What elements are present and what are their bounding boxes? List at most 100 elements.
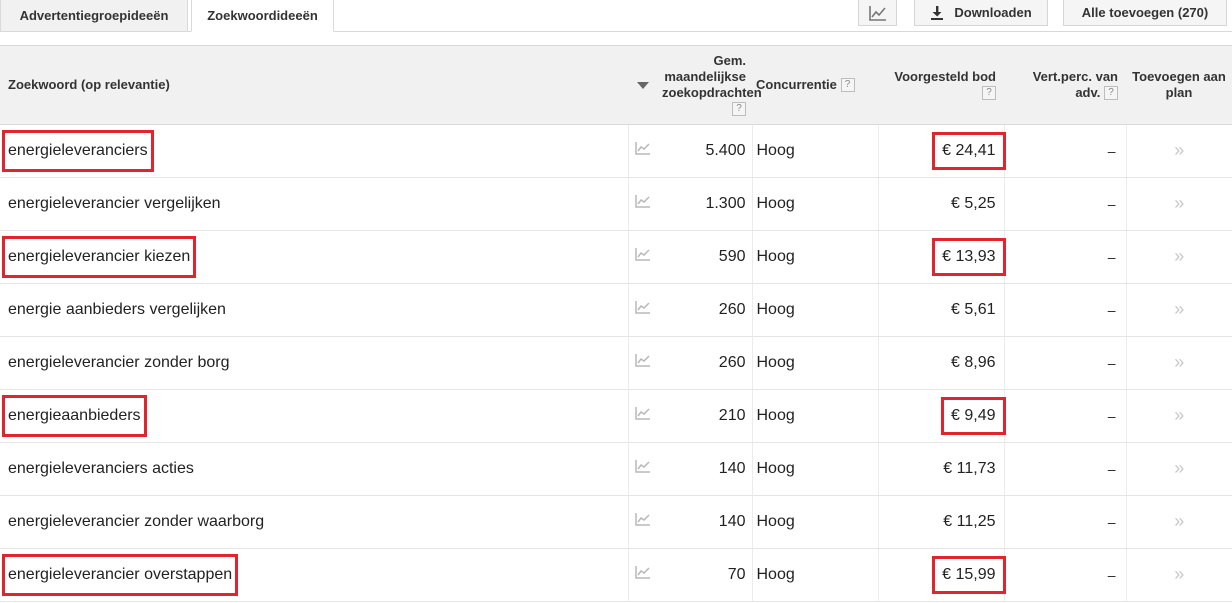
add-to-plan-button[interactable]: » [1125, 389, 1232, 443]
ad-impression-share-cell: – [1003, 495, 1126, 549]
line-chart-icon[interactable] [635, 141, 651, 155]
competition-cell: Hoog [751, 124, 878, 178]
avg-monthly-searches-cell: 590 [658, 230, 752, 284]
trend-cell[interactable] [627, 283, 658, 337]
header-add-to-plan: Toevoegen aan plan [1126, 46, 1232, 125]
table-row: energieleverancier kiezen 590 Hoog € 13,93–… [0, 230, 1232, 284]
keyword-cell: energieleverancier vergelijken [0, 177, 628, 231]
competition-cell: Hoog [751, 495, 878, 549]
line-chart-icon[interactable] [635, 565, 651, 579]
chart-toggle-button[interactable] [858, 0, 897, 26]
header-competition[interactable]: Concurrentie ? [752, 46, 878, 125]
add-to-plan-button[interactable]: » [1125, 495, 1232, 549]
line-chart-icon [868, 5, 886, 21]
add-to-plan-button[interactable]: » [1125, 442, 1232, 496]
keyword-cell: energieaanbieders [0, 389, 628, 443]
line-chart-icon[interactable] [635, 300, 651, 314]
ad-impression-share-cell: – [1003, 177, 1126, 231]
header-suggested-bid[interactable]: Voorgesteld bod ? [878, 46, 1004, 125]
top-toolbar: Advertentiegroepideeën Zoekwoordideeën D… [0, 0, 1232, 32]
ad-impression-share-cell: – [1003, 548, 1126, 602]
ad-impression-share-cell: – [1003, 442, 1126, 496]
suggested-bid-value: € 9,49 [951, 406, 996, 424]
download-icon [931, 5, 944, 20]
tab-ad-group-ideas[interactable]: Advertentiegroepideeën [0, 0, 188, 32]
add-to-plan-button[interactable]: » [1125, 177, 1232, 231]
add-to-plan-button[interactable]: » [1125, 336, 1232, 390]
ad-impression-share-cell: – [1003, 336, 1126, 390]
keyword-text: energie aanbieders vergelijken [8, 300, 226, 318]
keyword-cell: energieleverancier overstappen [0, 548, 628, 602]
keyword-text: energieleverancier zonder waarborg [8, 512, 265, 530]
table-row: energie aanbieders vergelijken 260 Hoog € 5… [0, 283, 1232, 337]
avg-monthly-searches-cell: 210 [658, 389, 752, 443]
line-chart-icon[interactable] [635, 512, 651, 526]
add-all-button[interactable]: Alle toevoegen (270) [1063, 0, 1227, 26]
suggested-bid-cell: € 5,25 [877, 177, 1004, 231]
suggested-bid-cell: € 13,93 [877, 230, 1004, 284]
competition-cell: Hoog [751, 336, 878, 390]
trend-cell[interactable] [627, 389, 658, 443]
ad-impression-share-cell: – [1003, 389, 1126, 443]
suggested-bid-value: € 11,73 [943, 459, 996, 477]
line-chart-icon[interactable] [635, 406, 651, 420]
add-to-plan-button[interactable]: » [1125, 283, 1232, 337]
suggested-bid-value: € 24,41 [942, 141, 996, 159]
keyword-cell: energieleverancier zonder waarborg [0, 495, 628, 549]
sort-desc-icon [637, 81, 649, 89]
competition-cell: Hoog [751, 442, 878, 496]
add-to-plan-button[interactable]: » [1125, 124, 1232, 178]
add-to-plan-button[interactable]: » [1125, 548, 1232, 602]
help-icon[interactable]: ? [732, 102, 746, 117]
table-row: energieleverancier zonder borg 260 Hoog € 8… [0, 336, 1232, 390]
table-header-row: Zoekwoord (op relevantie) Gem. maandelij… [0, 46, 1232, 125]
line-chart-icon[interactable] [635, 353, 651, 367]
suggested-bid-cell: € 5,61 [877, 283, 1004, 337]
keyword-text: energieaanbieders [8, 406, 141, 424]
keyword-text: energieleverancier kiezen [8, 247, 191, 265]
table-row: energieleveranciers acties 140 Hoog € 11,73… [0, 442, 1232, 496]
trend-cell[interactable] [627, 495, 658, 549]
trend-cell[interactable] [627, 230, 658, 284]
header-keyword[interactable]: Zoekwoord (op relevantie) [0, 46, 628, 125]
suggested-bid-value: € 5,25 [951, 194, 996, 212]
avg-monthly-searches-cell: 140 [658, 442, 752, 496]
add-to-plan-button[interactable]: » [1125, 230, 1232, 284]
line-chart-icon[interactable] [635, 247, 651, 261]
suggested-bid-value: € 15,99 [942, 565, 996, 583]
keyword-text: energieleverancier overstappen [8, 565, 233, 583]
avg-monthly-searches-cell: 5.400 [658, 124, 752, 178]
download-button[interactable]: Downloaden [914, 0, 1048, 26]
trend-cell[interactable] [627, 124, 658, 178]
keyword-cell: energie aanbieders vergelijken [0, 283, 628, 337]
ad-impression-share-cell: – [1003, 283, 1126, 337]
help-icon[interactable]: ? [982, 86, 996, 101]
trend-cell[interactable] [627, 442, 658, 496]
competition-cell: Hoog [751, 389, 878, 443]
suggested-bid-cell: € 15,99 [877, 548, 1004, 602]
suggested-bid-cell: € 11,25 [877, 495, 1004, 549]
competition-cell: Hoog [751, 230, 878, 284]
competition-cell: Hoog [751, 177, 878, 231]
tab-keyword-ideas[interactable]: Zoekwoordideeën [191, 0, 334, 32]
header-avg-monthly-searches[interactable]: Gem. maandelijkse zoekopdrachten ? [658, 46, 762, 125]
trend-cell[interactable] [627, 548, 658, 602]
help-icon[interactable]: ? [840, 78, 855, 93]
line-chart-icon[interactable] [635, 194, 651, 208]
help-icon[interactable]: ? [1104, 86, 1118, 101]
competition-cell: Hoog [751, 283, 878, 337]
ad-impression-share-cell: – [1003, 230, 1126, 284]
trend-cell[interactable] [627, 336, 658, 390]
avg-monthly-searches-cell: 1.300 [658, 177, 752, 231]
ad-impression-share-cell: – [1003, 124, 1126, 178]
suggested-bid-value: € 5,61 [951, 300, 996, 318]
keyword-text: energieleveranciers [8, 141, 148, 159]
avg-monthly-searches-cell: 140 [658, 495, 752, 549]
avg-monthly-searches-cell: 260 [658, 336, 752, 390]
sort-button[interactable] [628, 46, 658, 125]
suggested-bid-cell: € 24,41 [877, 124, 1004, 178]
table-row: energieleveranciers 5.400 Hoog € 24,41–» [0, 124, 1232, 178]
header-ad-impression-share[interactable]: Vert.perc. van adv. ? [1004, 46, 1126, 125]
line-chart-icon[interactable] [635, 459, 651, 473]
trend-cell[interactable] [627, 177, 658, 231]
